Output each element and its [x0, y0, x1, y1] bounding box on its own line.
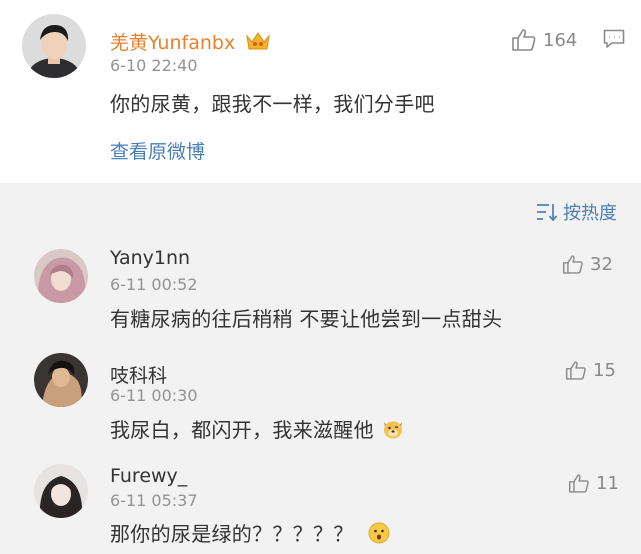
comment-like-button[interactable]: 32 — [562, 254, 613, 275]
thumbs-up-icon — [568, 474, 589, 493]
thumbs-up-icon — [562, 255, 583, 274]
comment-text: 我尿白，都闪开，我来滋醒他 — [110, 414, 405, 445]
post-username[interactable]: 羌黄Yunfanbx — [110, 28, 271, 57]
comment-username[interactable]: Yany1nn — [110, 247, 190, 269]
comment-timestamp: 6-11 05:37 — [110, 491, 198, 510]
comment-timestamp: 6-11 00:52 — [110, 275, 198, 294]
original-post: 羌黄Yunfanbx 6-10 22:40 164 你的尿黄，跟我不一样，我们分… — [0, 0, 641, 183]
comment-icon[interactable] — [603, 29, 625, 53]
post-avatar[interactable] — [22, 14, 86, 78]
post-timestamp: 6-10 22:40 — [110, 56, 198, 75]
comment-avatar[interactable] — [34, 353, 88, 407]
comment-username[interactable]: Furewy_ — [110, 465, 187, 487]
surprised-face-emoji — [368, 522, 390, 549]
sort-icon — [537, 204, 558, 221]
comment-like-button[interactable]: 11 — [568, 473, 619, 494]
comment-username[interactable]: 吱科科 — [110, 361, 167, 388]
comment-text: 那你的尿是绿的？？？？？ — [110, 518, 390, 549]
dog-face-emoji — [381, 418, 405, 445]
thumbs-up-icon — [565, 361, 586, 380]
thumbs-up-icon — [512, 29, 536, 51]
comment-text: 有糖尿病的往后稍稍 不要让他尝到一点甜头 — [110, 307, 503, 331]
post-text: 你的尿黄，跟我不一样，我们分手吧 — [110, 92, 435, 116]
post-like-button[interactable]: 164 — [511, 28, 577, 52]
vip-crown-icon — [245, 30, 271, 57]
view-original-link[interactable]: 查看原微博 — [110, 137, 205, 164]
comment-avatar[interactable] — [34, 249, 88, 303]
comment-avatar[interactable] — [34, 464, 88, 518]
comment-like-button[interactable]: 15 — [565, 360, 616, 381]
sort-by-hot-button[interactable]: 按热度 — [536, 199, 617, 225]
comment-timestamp: 6-11 00:30 — [110, 386, 198, 405]
